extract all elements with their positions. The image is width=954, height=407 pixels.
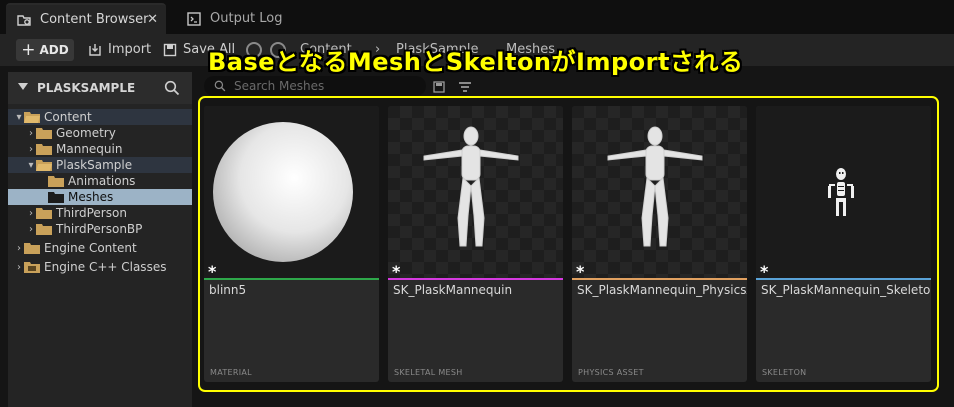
asset-type: MATERIAL [210, 368, 252, 377]
asset-tile-sk-plaskmannequin-skeleton[interactable]: * SK_PlaskMannequin_Skeleton SKELETON [756, 106, 931, 382]
tree-label: Animations [68, 174, 136, 188]
asset-type: SKELETAL MESH [394, 368, 463, 377]
cpp-folder-icon [24, 262, 40, 273]
asset-thumbnail [572, 106, 747, 278]
plus-icon: + [21, 39, 36, 60]
tree-label: Mannequin [56, 142, 123, 156]
asset-thumbnail [756, 106, 931, 278]
folder-mannequin[interactable]: › Mannequin [8, 141, 192, 157]
tree-label: Content [44, 110, 92, 124]
chevron-down-icon[interactable]: ▾ [14, 112, 24, 123]
type-color-bar [388, 278, 563, 280]
output-log-icon [187, 11, 201, 26]
type-color-bar [572, 278, 747, 280]
asset-tile-sk-plaskmannequin-physicsasset[interactable]: * SK_PlaskMannequin_PhysicsAsset PHYSICS… [572, 106, 747, 382]
folder-icon [24, 243, 40, 254]
asset-type: SKELETON [762, 368, 807, 377]
tree-label: ThirdPerson [56, 206, 127, 220]
skeleton-icon [828, 168, 854, 216]
tree-label: ThirdPersonBP [56, 222, 143, 236]
search-icon[interactable] [164, 80, 180, 96]
folder-icon [36, 128, 52, 139]
folder-engine-cpp-classes[interactable]: › Engine C++ Classes [8, 259, 192, 275]
search-icon [214, 80, 226, 92]
mannequin-icon [607, 126, 703, 247]
asset-type: PHYSICS ASSET [578, 368, 644, 377]
import-button[interactable]: Import [88, 42, 151, 57]
chevron-right-icon[interactable]: › [26, 208, 36, 219]
folder-icon [48, 176, 64, 187]
tab-output-log[interactable]: Output Log [176, 3, 296, 34]
folder-icon [36, 224, 52, 235]
folder-open-icon [36, 160, 52, 171]
tab-content-browser[interactable]: Content Browser ✕ [6, 3, 166, 34]
chevron-down-icon[interactable]: ▾ [26, 160, 36, 171]
tree-label: Geometry [56, 126, 116, 140]
add-label: ADD [39, 43, 69, 57]
tree-label: Engine Content [44, 241, 137, 255]
filter-icon[interactable] [458, 80, 472, 94]
folder-engine-content[interactable]: › Engine Content [8, 240, 192, 256]
asset-name: blinn5 [209, 283, 247, 297]
folder-geometry[interactable]: › Geometry [8, 125, 192, 141]
asset-name: SK_PlaskMannequin_PhysicsAsset [577, 283, 747, 297]
folder-icon [36, 144, 52, 155]
folder-animations[interactable]: Animations [8, 173, 192, 189]
folder-thirdperson[interactable]: › ThirdPerson [8, 205, 192, 221]
folder-content[interactable]: ▾ Content [8, 109, 192, 125]
import-icon [89, 43, 101, 56]
save-icon [163, 43, 177, 56]
folder-meshes[interactable]: Meshes [8, 189, 192, 205]
tab-bar: Content Browser ✕ Output Log [0, 0, 954, 34]
asset-name: SK_PlaskMannequin [393, 283, 513, 297]
annotation-caption: BaseとなるMeshとSkeltonがImportされる [208, 48, 744, 76]
folder-plasksample[interactable]: ▾ PlaskSample [8, 157, 192, 173]
content-browser-icon [17, 14, 31, 26]
save-search-icon[interactable] [432, 80, 446, 94]
asset-thumbnail [204, 106, 379, 278]
asset-tile-sk-plaskmannequin[interactable]: * SK_PlaskMannequin SKELETAL MESH [388, 106, 563, 382]
chevron-right-icon[interactable]: › [14, 243, 24, 254]
type-color-bar [204, 278, 379, 280]
asset-tile-blinn5[interactable]: * blinn5 MATERIAL [204, 106, 379, 382]
sphere-icon [213, 122, 353, 262]
tab-label: Content Browser [40, 12, 149, 27]
unreal-editor: Content Browser ✕ Output Log + ADD Impor… [0, 0, 954, 407]
add-button[interactable]: + ADD [16, 39, 74, 61]
chevron-right-icon[interactable]: › [14, 262, 24, 273]
sources-title: PLASKSAMPLE [37, 81, 136, 95]
folder-thirdpersonbp[interactable]: › ThirdPersonBP [8, 221, 192, 237]
chevron-right-icon[interactable]: › [26, 144, 36, 155]
tree-label: Meshes [68, 190, 114, 204]
tab-label: Output Log [210, 11, 283, 26]
asset-name: SK_PlaskMannequin_Skeleton [761, 283, 931, 297]
tree-label: PlaskSample [56, 158, 133, 172]
folder-icon [48, 192, 64, 203]
search-placeholder: Search Meshes [234, 79, 325, 93]
import-label: Import [108, 42, 152, 57]
chevron-right-icon[interactable]: › [26, 224, 36, 235]
close-icon[interactable]: ✕ [147, 12, 158, 27]
type-color-bar [756, 278, 931, 280]
folder-open-icon [24, 112, 40, 123]
search-input[interactable]: Search Meshes [204, 76, 426, 96]
sources-header[interactable]: PLASKSAMPLE [8, 72, 192, 104]
folder-icon [36, 208, 52, 219]
collapse-triangle-icon[interactable] [18, 83, 28, 90]
sources-panel: PLASKSAMPLE ▾ Content › Geometry › Manne… [8, 72, 192, 407]
chevron-right-icon[interactable]: › [26, 128, 36, 139]
mannequin-icon [423, 126, 519, 247]
asset-thumbnail [388, 106, 563, 278]
tree-label: Engine C++ Classes [44, 260, 167, 274]
